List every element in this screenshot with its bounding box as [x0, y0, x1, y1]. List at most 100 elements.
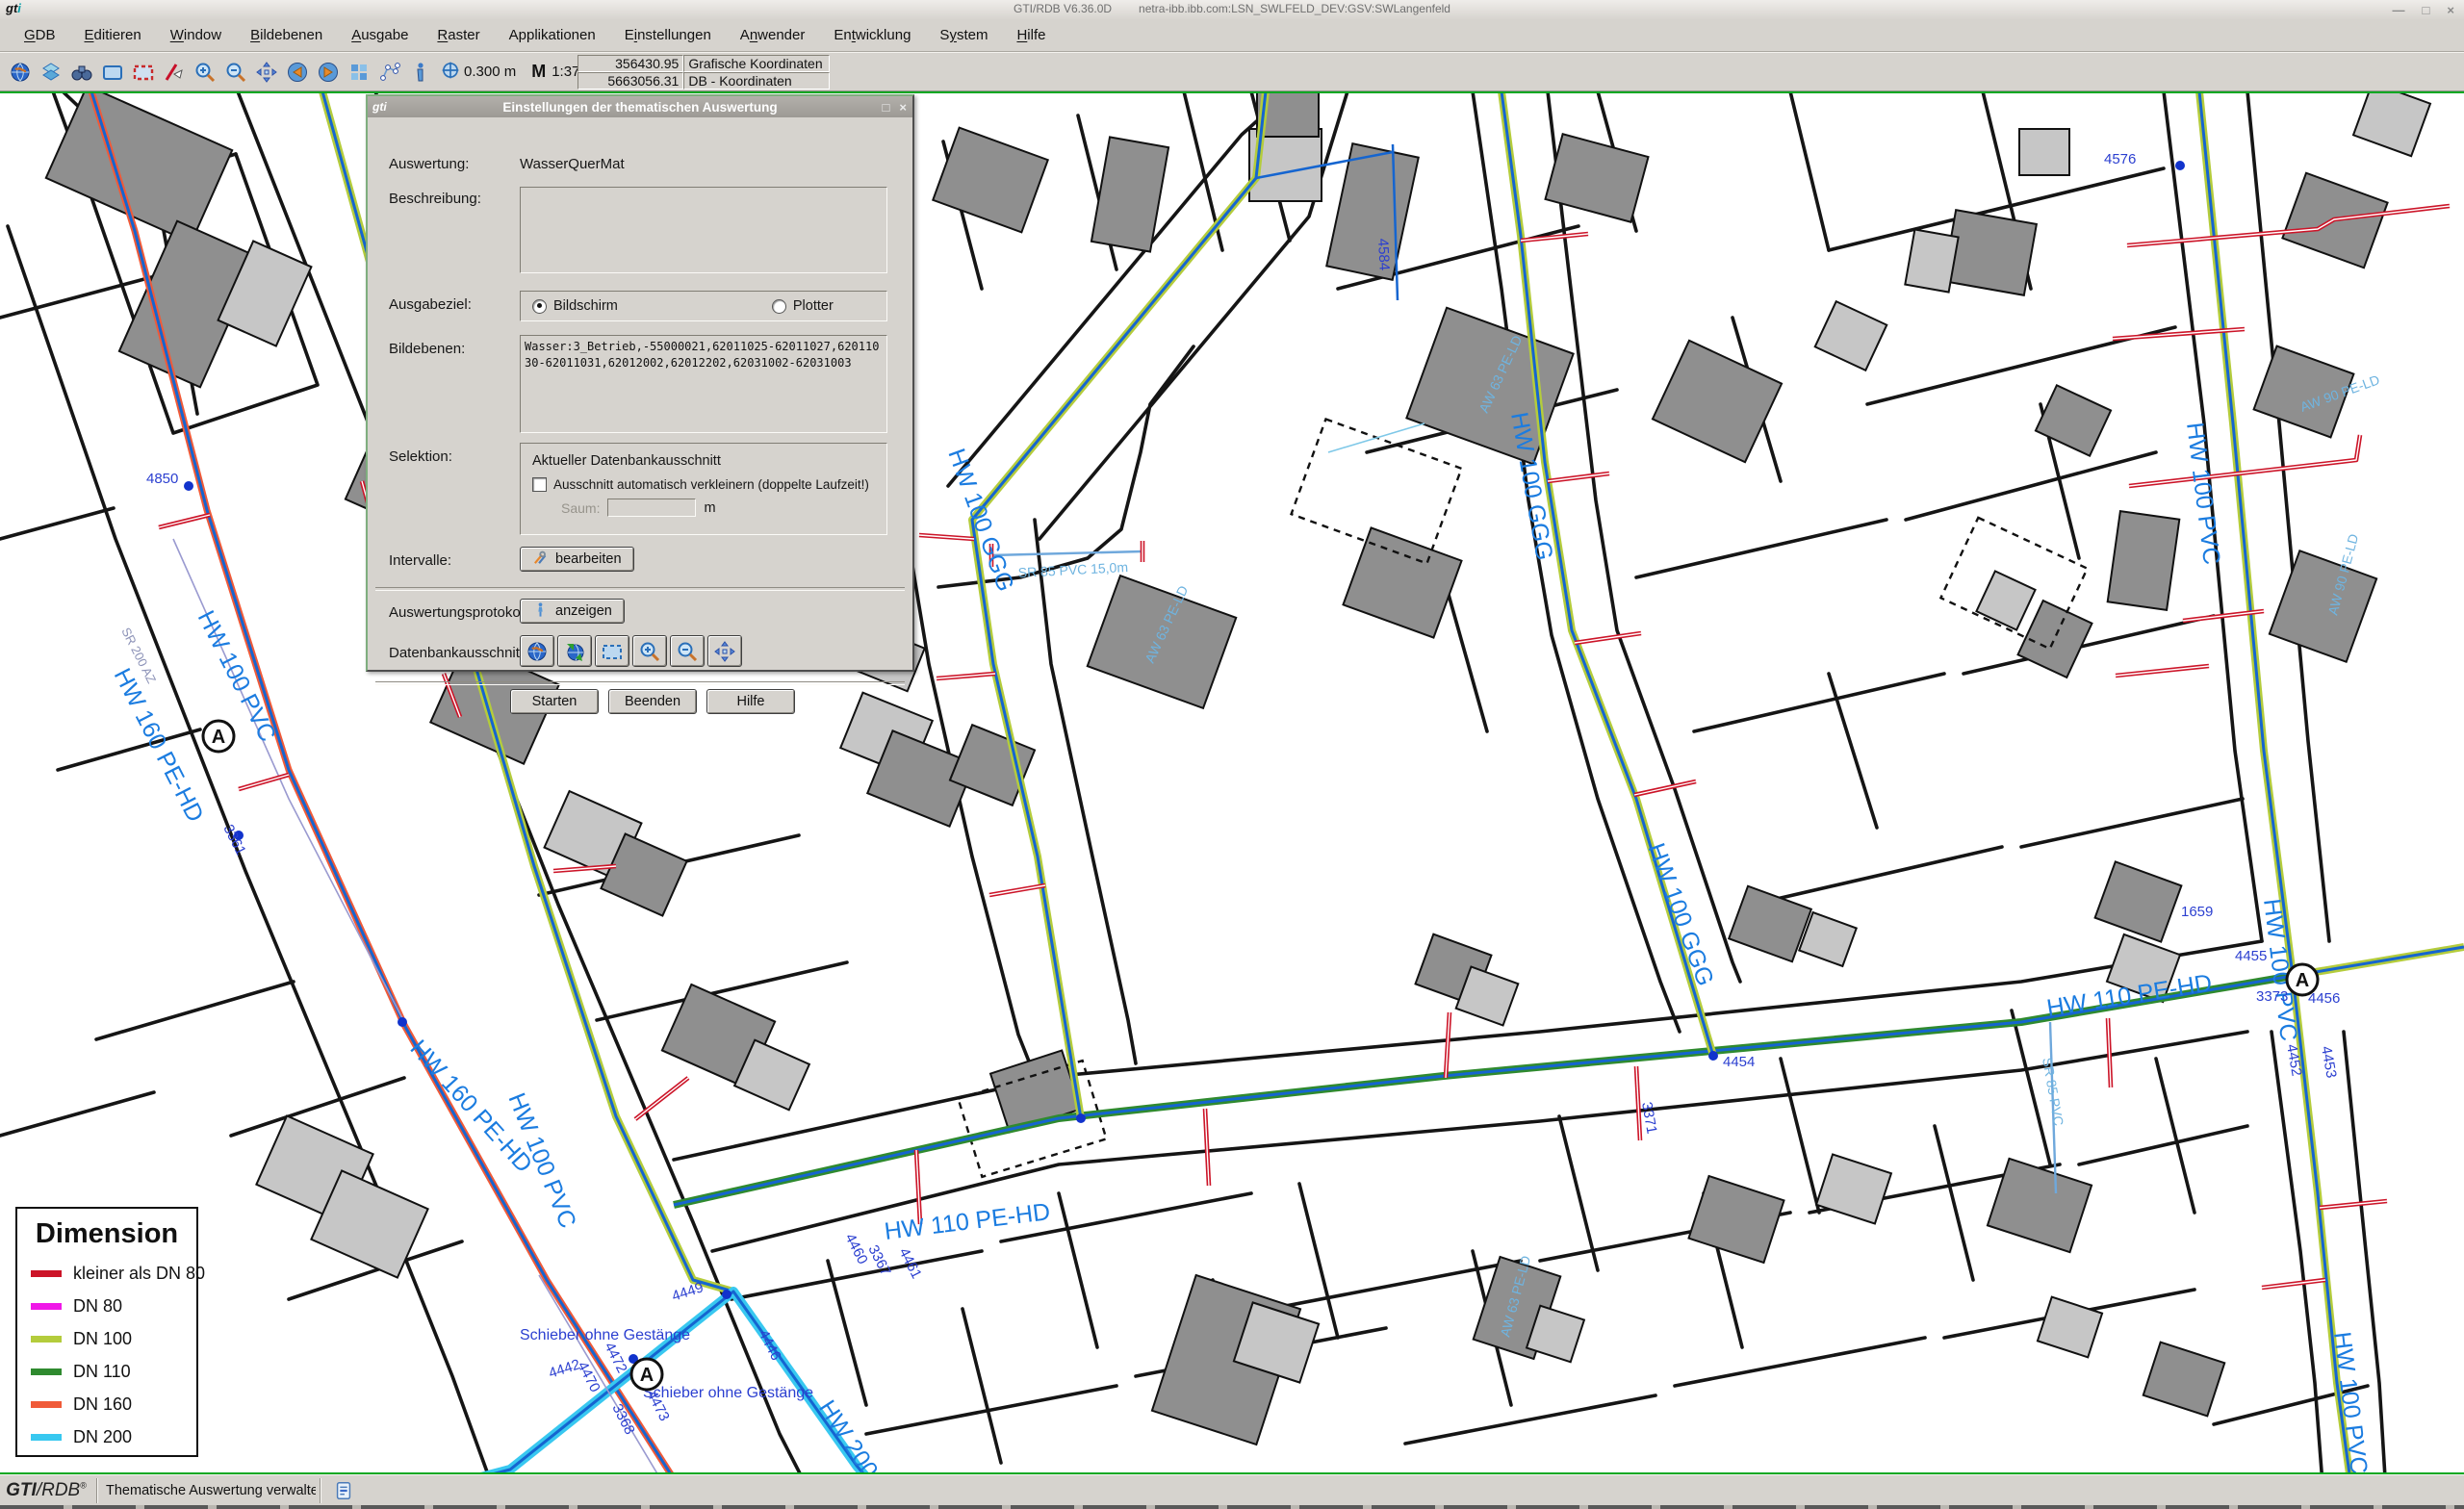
- nav-back-icon[interactable]: [285, 60, 310, 85]
- water-pipe-casing: [2199, 91, 2354, 1474]
- parcel-line: [2156, 1059, 2194, 1213]
- db-globe-refresh-button[interactable]: [557, 635, 592, 667]
- bearbeiten-button[interactable]: bearbeiten: [520, 547, 634, 572]
- menu-item-bildebenen[interactable]: Bildebenen: [236, 23, 337, 47]
- info-icon[interactable]: [408, 60, 433, 85]
- starten-button[interactable]: Starten: [510, 689, 599, 714]
- menu-item-applikationen[interactable]: Applikationen: [495, 23, 610, 47]
- radio-plotter[interactable]: Plotter: [772, 298, 834, 314]
- shrink-checkbox-row[interactable]: Ausschnitt automatisch verkleinern (dopp…: [532, 477, 886, 492]
- building: [2108, 511, 2180, 610]
- anzeigen-button[interactable]: anzeigen: [520, 599, 625, 624]
- binoculars-icon[interactable]: [69, 60, 94, 85]
- db-zoom-out-button[interactable]: [670, 635, 705, 667]
- building: [1326, 143, 1418, 280]
- coordinate-x-value: 356430.95: [578, 55, 683, 72]
- building-annex: [1816, 1154, 1891, 1223]
- auswertung-label: Auswertung:: [389, 156, 469, 172]
- dialog-close-button[interactable]: ×: [899, 100, 907, 115]
- maximize-button[interactable]: □: [2423, 3, 2430, 17]
- menu-item-window[interactable]: Window: [156, 23, 236, 47]
- menu-item-einstellungen[interactable]: Einstellungen: [610, 23, 726, 47]
- node-number-label: 3368: [608, 1401, 637, 1437]
- pan-icon[interactable]: [254, 60, 279, 85]
- document-icon[interactable]: [331, 1478, 356, 1503]
- menu-item-raster[interactable]: Raster: [423, 23, 494, 47]
- map-viewport[interactable]: HW 100 PVCHW 160 PE-HDHW 160 PE-HDHW 100…: [0, 91, 2464, 1474]
- point-marker-letter: A: [212, 727, 225, 748]
- pipe-label: HW 100 PVC: [2328, 1330, 2373, 1474]
- legend-item: DN 110: [31, 1362, 196, 1382]
- dialog-separator: [375, 587, 905, 591]
- layers-icon[interactable]: [38, 60, 64, 85]
- menu-item-entwicklung[interactable]: Entwicklung: [819, 23, 925, 47]
- menu-item-anwender[interactable]: Anwender: [726, 23, 820, 47]
- building: [1653, 341, 1782, 462]
- menu-item-editieren[interactable]: Editieren: [70, 23, 156, 47]
- node-number-label: 1659: [2181, 904, 2213, 920]
- house-connection-core: [635, 1078, 688, 1119]
- building-annex: [2038, 1297, 2102, 1358]
- pipe-node: [722, 1290, 732, 1299]
- parcel-line: [1405, 1395, 1656, 1444]
- screen-bottom-strip: [0, 1505, 2464, 1509]
- point-marker-letter: A: [2296, 970, 2309, 991]
- tiles-icon[interactable]: [346, 60, 372, 85]
- nav-forward-icon[interactable]: [316, 60, 341, 85]
- hilfe-button[interactable]: Hilfe: [706, 689, 795, 714]
- db-zoom-in-button[interactable]: [632, 635, 667, 667]
- menu-item-ausgabe[interactable]: Ausgabe: [337, 23, 423, 47]
- globe-icon[interactable]: [8, 60, 33, 85]
- node-number-label: 4850: [146, 471, 178, 487]
- menu-item-system[interactable]: System: [925, 23, 1002, 47]
- redline-icon[interactable]: [162, 60, 187, 85]
- close-button[interactable]: ×: [2447, 3, 2454, 17]
- node-number-label: 4455: [2235, 948, 2267, 964]
- selektion-label: Selektion:: [389, 448, 452, 465]
- legend-color-swatch: [31, 1303, 62, 1310]
- parcel-line: [96, 982, 294, 1039]
- parcel-line: [2079, 1126, 2247, 1164]
- menu-item-hilfe[interactable]: Hilfe: [1002, 23, 1060, 47]
- dialog-restore-button[interactable]: □: [883, 100, 890, 115]
- select-rect-icon[interactable]: [100, 60, 125, 85]
- pipe-label: HW 160 PE-HD: [109, 664, 209, 827]
- radio-plotter-dot[interactable]: [772, 299, 786, 314]
- pipe-node: [184, 481, 193, 491]
- zoom-in-icon[interactable]: [192, 60, 218, 85]
- building-annex: [1976, 571, 2035, 629]
- building: [1343, 527, 1461, 637]
- center-target-icon[interactable]: [441, 61, 460, 84]
- statusbar-message: Thematische Auswertung verwalten: [102, 1483, 316, 1498]
- statusbar-divider: [320, 1478, 321, 1503]
- select-rect-dashed-icon[interactable]: [131, 60, 156, 85]
- auswertung-value: WasserQuerMat: [520, 156, 625, 172]
- parcel-line: [1935, 1126, 1973, 1280]
- node-number-label: 4461: [895, 1245, 924, 1281]
- building: [2095, 861, 2182, 941]
- parcel-line: [1299, 1184, 1338, 1338]
- radio-bildschirm-dot[interactable]: [532, 299, 547, 314]
- parcel-line: [0, 1092, 154, 1136]
- db-pan-button[interactable]: [707, 635, 742, 667]
- parcel-line: [1694, 674, 1944, 731]
- zoom-out-icon[interactable]: [223, 60, 248, 85]
- bildebenen-value[interactable]: Wasser:3_Betrieb,-55000021,62011025-6201…: [520, 335, 887, 433]
- db-globe-button[interactable]: [520, 635, 554, 667]
- beenden-button[interactable]: Beenden: [608, 689, 697, 714]
- saum-input[interactable]: [607, 499, 696, 517]
- parcel-line: [1790, 91, 1829, 250]
- building: [933, 128, 1047, 233]
- building: [2270, 550, 2376, 662]
- radio-bildschirm[interactable]: Bildschirm: [532, 298, 618, 314]
- db-select-rect-dashed-blue-button[interactable]: [595, 635, 629, 667]
- beschreibung-textarea[interactable]: [520, 187, 887, 273]
- dialog-titlebar[interactable]: gti Einstellungen der thematischen Auswe…: [368, 96, 912, 117]
- shrink-checkbox[interactable]: [532, 477, 547, 492]
- minimize-button[interactable]: —: [2393, 3, 2405, 17]
- service-label: Schieber ohne Gestänge: [520, 1327, 690, 1343]
- menu-item-gdb[interactable]: GDB: [10, 23, 70, 47]
- node-number-label: 4576: [2104, 151, 2136, 167]
- parcel-line: [828, 1261, 866, 1405]
- topology-icon[interactable]: [377, 60, 402, 85]
